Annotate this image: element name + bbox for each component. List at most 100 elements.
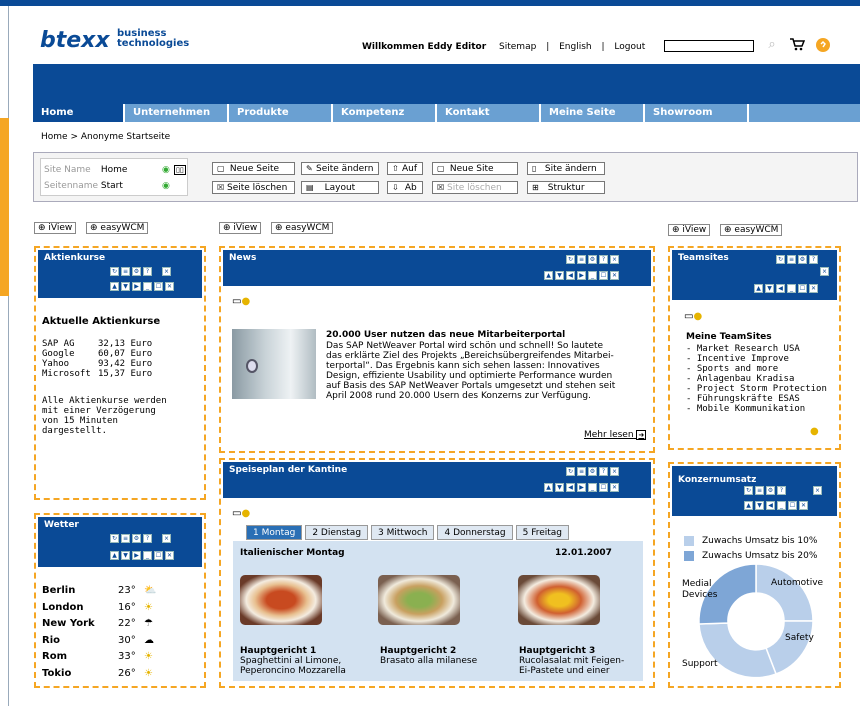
move-up-icon[interactable]: ▲ [754,284,763,293]
close-icon[interactable]: ⨯ [610,255,619,264]
edit-icon[interactable]: ≡ [577,467,586,476]
minimize-icon[interactable]: _ [143,551,152,560]
help-icon[interactable] [815,37,831,53]
remove-icon[interactable]: ✕ [809,284,818,293]
tab-tuesday[interactable]: 2 Dienstag [305,525,369,540]
delete-page-button[interactable]: ☒ Seite löschen [212,181,295,194]
move-up-icon[interactable]: ▲ [544,483,553,492]
move-down-icon[interactable]: ▼ [555,483,564,492]
maximize-icon[interactable]: ☐ [788,501,797,510]
settings-icon[interactable]: ⚙ [132,267,141,276]
minimize-icon[interactable]: _ [588,271,597,280]
folder-icon[interactable]: ▭● [684,311,702,322]
move-down-icon[interactable]: ▼ [121,551,130,560]
move-left-icon[interactable]: ◀ [566,483,575,492]
search-icon[interactable]: ⌕ [764,37,780,53]
list-item[interactable]: - Project Storm Protection [686,384,827,394]
move-up-icon[interactable]: ▲ [110,282,119,291]
nav-item-kontakt[interactable]: Kontakt [437,104,541,122]
easywcm-button[interactable]: ⊕ easyWCM [720,224,783,236]
refresh-icon[interactable]: ↻ [110,534,119,543]
maximize-icon[interactable]: ☐ [154,282,163,291]
move-up-button[interactable]: ⇧ Auf [387,162,423,175]
tab-thursday[interactable]: 4 Donnerstag [437,525,513,540]
breadcrumb[interactable]: Home > Anonyme Startseite [41,132,170,142]
move-right-icon[interactable]: ▶ [132,551,141,560]
close-icon[interactable]: ⨯ [162,534,171,543]
news-headline[interactable]: 20.000 User nutzen das neue Mitarbeiterp… [326,330,565,340]
sitemap-link[interactable]: Sitemap [499,42,536,52]
folder-icon[interactable]: ▭● [232,508,250,519]
help-icon[interactable]: ? [143,267,152,276]
edit-icon[interactable]: ≡ [787,255,796,264]
new-page-button[interactable]: ▢ Neue Seite [212,162,295,175]
easywcm-button[interactable]: ⊕ easyWCM [271,222,334,234]
remove-icon[interactable]: ✕ [799,501,808,510]
move-down-icon[interactable]: ▼ [121,282,130,291]
nav-item-produkte[interactable]: Produkte [229,104,333,122]
help-icon[interactable]: ? [777,486,786,495]
minimize-icon[interactable]: _ [777,501,786,510]
help-icon[interactable]: ? [599,255,608,264]
move-down-button[interactable]: ⇩ Ab [387,181,423,194]
list-item[interactable]: - Sports and more [686,364,827,374]
settings-icon[interactable]: ⚙ [766,486,775,495]
close-icon[interactable]: ⨯ [162,267,171,276]
refresh-icon[interactable]: ↻ [776,255,785,264]
list-item[interactable]: - Anlagenbau Kradisa [686,374,827,384]
iview-button[interactable]: ⊕ iView [219,222,262,234]
refresh-icon[interactable]: ↻ [566,467,575,476]
tab-monday[interactable]: 1 Montag [246,525,303,540]
edit-icon[interactable]: ≡ [577,255,586,264]
nav-item-showroom[interactable]: Showroom [645,104,749,122]
logout-link[interactable]: Logout [614,42,645,52]
list-item[interactable]: - Führungskräfte ESAS [686,394,827,404]
new-site-button[interactable]: ▢ Neue Site [432,162,518,175]
cart-icon[interactable] [789,37,806,53]
move-up-icon[interactable]: ▲ [110,551,119,560]
easywcm-button[interactable]: ⊕ easyWCM [86,222,149,234]
nav-item-unternehmen[interactable]: Unternehmen [125,104,229,122]
nav-item-kompetenz[interactable]: Kompetenz [333,104,437,122]
edit-icon[interactable]: ≡ [755,486,764,495]
move-left-icon[interactable]: ◀ [566,271,575,280]
edit-site-button[interactable]: ▯ Site ändern [527,162,605,175]
move-up-icon[interactable]: ▲ [544,271,553,280]
iview-button[interactable]: ⊕ iView [668,224,711,236]
list-item[interactable]: - Incentive Improve [686,354,827,364]
maximize-icon[interactable]: ☐ [599,271,608,280]
close-icon[interactable]: ⨯ [610,467,619,476]
maximize-icon[interactable]: ☐ [154,551,163,560]
nav-item-home[interactable]: Home [33,104,125,122]
move-right-icon[interactable]: ▶ [132,282,141,291]
move-right-icon[interactable]: ▶ [577,483,586,492]
list-item[interactable]: - Mobile Kommunikation [686,404,827,414]
settings-icon[interactable]: ⚙ [132,534,141,543]
edit-icon[interactable]: ≡ [121,534,130,543]
move-down-icon[interactable]: ▼ [755,501,764,510]
nav-item-meine-seite[interactable]: Meine Seite [541,104,645,122]
move-down-icon[interactable]: ▼ [765,284,774,293]
edit-icon[interactable]: ≡ [121,267,130,276]
remove-icon[interactable]: ✕ [610,483,619,492]
close-icon[interactable]: ⨯ [820,267,829,276]
remove-icon[interactable]: ✕ [610,271,619,280]
minimize-icon[interactable]: _ [787,284,796,293]
settings-icon[interactable]: ⚙ [588,255,597,264]
minimize-icon[interactable]: _ [143,282,152,291]
help-icon[interactable]: ? [809,255,818,264]
help-icon[interactable]: ? [143,534,152,543]
refresh-icon[interactable]: ↻ [566,255,575,264]
remove-icon[interactable]: ✕ [165,551,174,560]
close-icon[interactable]: ⨯ [813,486,822,495]
grid-icon[interactable]: ▯▯ [174,165,186,175]
move-down-icon[interactable]: ▼ [555,271,564,280]
tab-friday[interactable]: 5 Freitag [515,525,570,540]
edit-page-button[interactable]: ✎ Seite ändern [301,162,379,175]
brand-logo[interactable]: btexx [40,28,110,53]
language-link[interactable]: English [559,42,592,52]
settings-icon[interactable]: ⚙ [588,467,597,476]
help-icon[interactable]: ? [599,467,608,476]
move-up-icon[interactable]: ▲ [744,501,753,510]
refresh-icon[interactable]: ↻ [110,267,119,276]
